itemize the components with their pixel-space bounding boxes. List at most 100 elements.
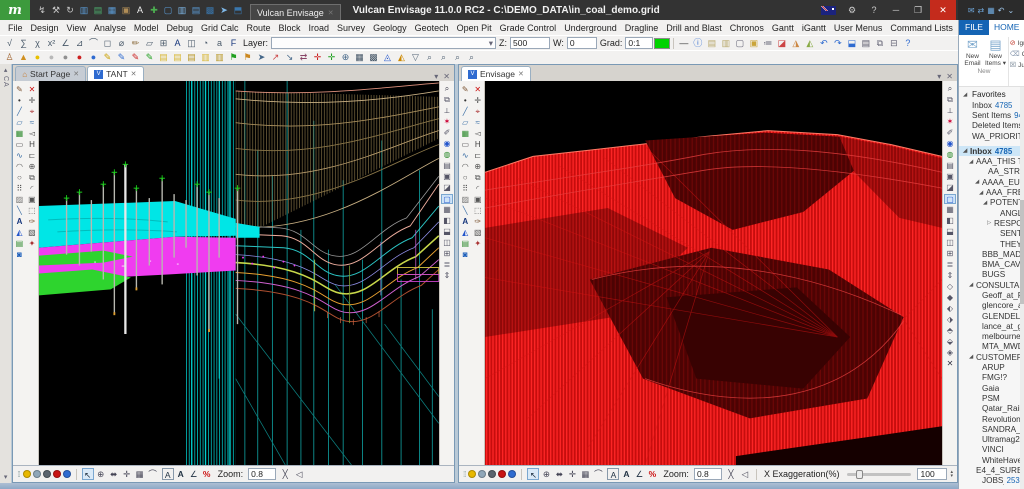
- view-tool-icon[interactable]: ▦: [944, 205, 956, 215]
- status-tool-icon[interactable]: ▦: [134, 468, 146, 480]
- status-tool-icon[interactable]: ╳: [279, 468, 291, 480]
- cad-tool-icon[interactable]: ╱: [460, 107, 471, 117]
- toolbar-icon[interactable]: ●: [87, 51, 100, 64]
- geology-section-scene[interactable]: [39, 81, 439, 465]
- menu-item[interactable]: Grid Calc: [197, 23, 243, 33]
- quick-access-icon[interactable]: ↻: [64, 5, 76, 16]
- quick-access-icon[interactable]: ⬒: [232, 5, 244, 16]
- cad-tool-icon[interactable]: ▣: [472, 195, 483, 205]
- view-tool-icon[interactable]: ◧: [944, 216, 956, 226]
- app-tab[interactable]: Vulcan Envisage ✕: [250, 4, 341, 20]
- quick-access-icon[interactable]: ▤: [92, 5, 104, 16]
- view-tool-icon[interactable]: ⌕: [944, 84, 956, 94]
- tab-envisage[interactable]: V Envisage ✕: [461, 66, 531, 81]
- cad-tool-icon[interactable]: ╲: [14, 206, 25, 216]
- toolbar-icon[interactable]: ↷: [831, 37, 844, 50]
- layer-state-dot-icon[interactable]: [498, 470, 506, 478]
- x-exaggeration-input[interactable]: [917, 468, 947, 480]
- quick-access-icon[interactable]: ↯: [36, 5, 48, 16]
- cad-tool-icon[interactable]: ▨: [460, 195, 471, 205]
- tab-tant[interactable]: V TANT ✕: [87, 66, 143, 81]
- view-tool-icon[interactable]: ▤: [441, 161, 453, 171]
- cad-tool-icon[interactable]: ▧: [26, 228, 37, 238]
- toolbar-icon[interactable]: ↶: [817, 37, 830, 50]
- toolbar-icon[interactable]: ◔: [199, 37, 212, 50]
- view-tool-icon[interactable]: ✶: [944, 117, 956, 127]
- favorite-folder-row[interactable]: WA_PRIORITIES: [959, 131, 1024, 141]
- menu-item[interactable]: Model: [130, 23, 163, 33]
- folder-row[interactable]: Geoff_at_Reec: [959, 290, 1024, 300]
- menu-item[interactable]: Route: [242, 23, 274, 33]
- quick-access-icon[interactable]: ✚: [148, 5, 160, 16]
- menu-item[interactable]: Grade Control: [496, 23, 561, 33]
- toolbar-icon[interactable]: √: [3, 37, 16, 50]
- cad-tool-icon[interactable]: ◙: [460, 250, 471, 260]
- toolbar-icon[interactable]: ●: [59, 51, 72, 64]
- status-tool-icon[interactable]: ▦: [579, 468, 591, 480]
- toolbar-icon[interactable]: x²: [45, 37, 58, 50]
- status-tool-icon[interactable]: ⌒: [147, 468, 159, 480]
- view-tool-icon[interactable]: ▤: [944, 161, 956, 171]
- status-tool-icon[interactable]: ✛: [121, 468, 133, 480]
- tab-start-page[interactable]: ⌂ Start Page ✕: [15, 66, 86, 81]
- toolbar-icon[interactable]: ✎: [101, 51, 114, 64]
- view-tool-icon[interactable]: ⇕: [441, 271, 453, 281]
- cad-tool-icon[interactable]: ○: [14, 173, 25, 183]
- toolbar-icon[interactable]: ⌕: [423, 51, 436, 64]
- ribbon-mini-button[interactable]: ☒ Junk: [1010, 61, 1024, 69]
- toolbar-icon[interactable]: ▱: [143, 37, 156, 50]
- menu-item[interactable]: Gantt: [768, 23, 798, 33]
- status-tool-icon[interactable]: %: [646, 468, 658, 480]
- folder-row[interactable]: Ultramag2018: [959, 435, 1024, 445]
- status-tool-icon[interactable]: %: [201, 468, 213, 480]
- view-tool-icon[interactable]: ◉: [441, 139, 453, 149]
- settings-gear-icon[interactable]: ⚙: [842, 0, 862, 20]
- cad-tool-icon[interactable]: ▦: [460, 129, 471, 139]
- favorite-folder-row[interactable]: Sent Items 944: [959, 110, 1024, 120]
- menu-item[interactable]: Drill and Blast: [662, 23, 726, 33]
- status-tool-icon[interactable]: ∠: [633, 468, 645, 480]
- cad-tool-icon[interactable]: ▤: [14, 239, 25, 249]
- view-tool-icon[interactable]: ≣: [944, 260, 956, 270]
- view-tool-icon[interactable]: ▣: [441, 172, 453, 182]
- toolbar-icon[interactable]: χ: [31, 37, 44, 50]
- drag-grip-icon[interactable]: ⁞⁞: [463, 470, 465, 479]
- cad-tool-icon[interactable]: ▧: [472, 228, 483, 238]
- drag-grip-icon[interactable]: ⁞⁞: [17, 470, 19, 479]
- expand-arrow-icon[interactable]: ▷: [987, 220, 994, 226]
- folder-row[interactable]: ▷ RESPONSES_T: [959, 218, 1024, 228]
- folder-row[interactable]: SENT_WELCO: [959, 229, 1024, 239]
- toolbar-icon[interactable]: ⌕: [451, 51, 464, 64]
- status-tool-icon[interactable]: ⊕: [540, 468, 552, 480]
- restore-button[interactable]: ❐: [908, 0, 928, 20]
- cad-tool-icon[interactable]: ≈: [26, 118, 37, 128]
- expand-arrow-icon[interactable]: ◢: [979, 190, 986, 196]
- tab-close-icon[interactable]: ✕: [518, 70, 524, 78]
- toolbar-icon[interactable]: a: [213, 37, 226, 50]
- cad-tool-icon[interactable]: ⌖: [26, 107, 37, 117]
- cad-tool-icon[interactable]: •: [460, 96, 471, 106]
- folder-row[interactable]: BUGS: [959, 270, 1024, 280]
- folder-row[interactable]: JOBS_LIST 2539: [959, 476, 1024, 486]
- minimize-button[interactable]: ─: [886, 0, 906, 20]
- layer-dropdown[interactable]: ▾: [271, 37, 496, 49]
- view-tool-icon[interactable]: ◆: [944, 293, 956, 303]
- close-button[interactable]: ✕: [930, 0, 956, 20]
- status-tool-icon[interactable]: A: [620, 468, 632, 480]
- toolbar-icon[interactable]: ▤: [185, 51, 198, 64]
- terrain-surface-scene[interactable]: [485, 81, 942, 465]
- expand-arrow-icon[interactable]: ◢: [969, 159, 976, 165]
- cad-tool-icon[interactable]: H: [472, 140, 483, 150]
- dock-scroll-down-icon[interactable]: ▾: [4, 473, 8, 481]
- cad-tool-icon[interactable]: ▨: [14, 195, 25, 205]
- folder-row[interactable]: MTA_MWD: [959, 342, 1024, 352]
- folder-row[interactable]: ANGLO_MW: [959, 208, 1024, 218]
- menu-item[interactable]: View: [63, 23, 90, 33]
- layer-state-dot-icon[interactable]: [508, 470, 516, 478]
- menu-item[interactable]: Design: [27, 23, 63, 33]
- dock-panel-label[interactable]: CA: [2, 76, 9, 88]
- toolbar-icon[interactable]: ●: [31, 51, 44, 64]
- toolbar-icon[interactable]: ↘: [283, 51, 296, 64]
- cad-tool-icon[interactable]: ⧉: [26, 173, 37, 183]
- toolbar-icon[interactable]: ✛: [325, 51, 338, 64]
